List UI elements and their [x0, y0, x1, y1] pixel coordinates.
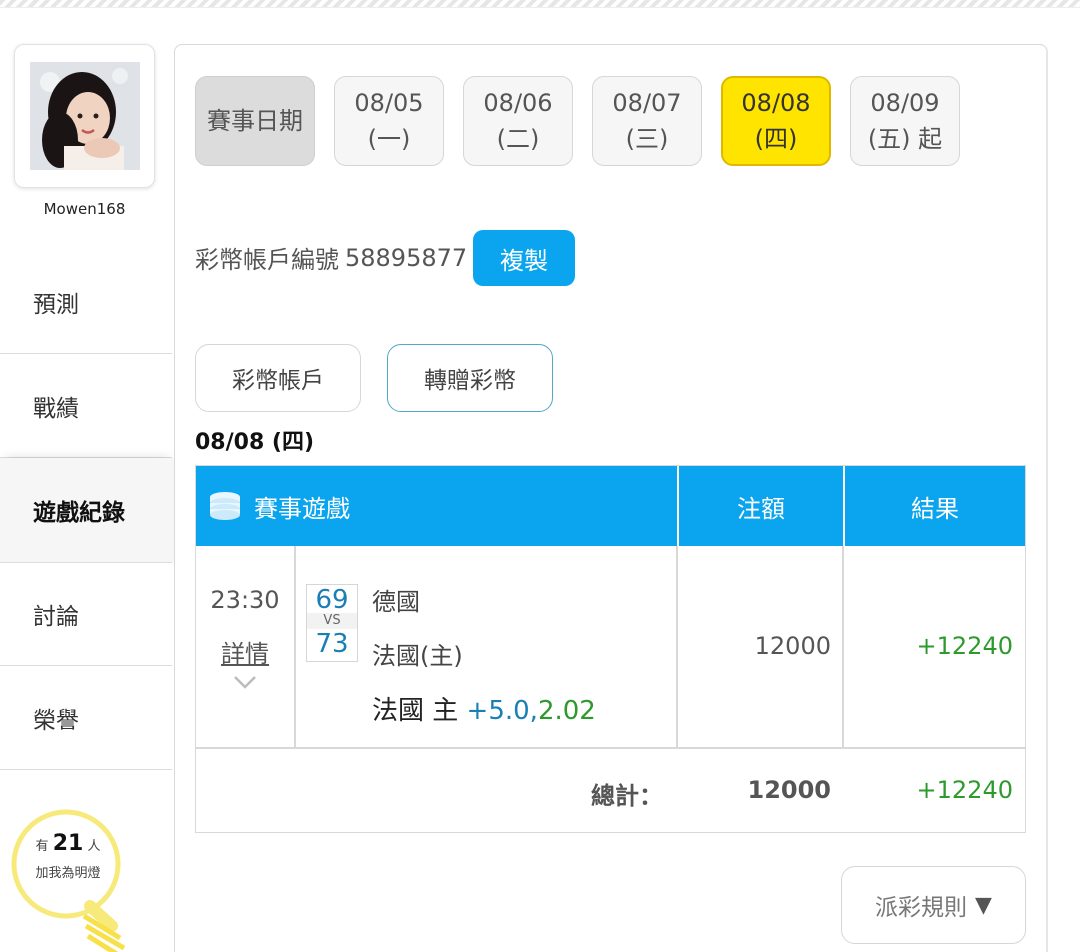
- table-header: 賽事遊戲 注額 結果: [196, 466, 1025, 546]
- copy-button[interactable]: 複製: [473, 230, 575, 286]
- date-chip-0808-selected[interactable]: 08/08 (四): [721, 76, 831, 166]
- score-away: 69: [315, 585, 349, 615]
- sidebar-item-game-history[interactable]: 遊戲紀錄: [0, 458, 175, 562]
- date-chip-date: 08/07: [612, 89, 682, 117]
- account-number: 58895877: [345, 243, 468, 272]
- header-game: 賽事遊戲: [196, 466, 677, 546]
- pick-odds: 2.02: [537, 696, 596, 726]
- header-result: 結果: [843, 466, 1025, 546]
- tab-label: 轉贈彩幣: [424, 368, 516, 394]
- column-divider: [294, 546, 296, 749]
- sidebar-item-predict[interactable]: 預測: [0, 250, 172, 354]
- sidebar-item-label: 榮譽: [33, 707, 79, 734]
- date-chip-0805[interactable]: 08/05 (一): [334, 76, 444, 166]
- avatar-photo: [29, 62, 140, 170]
- payout-rules-label: 派彩規則: [875, 895, 968, 921]
- bet-amount: 12000: [754, 632, 831, 660]
- total-amount: 12000: [747, 776, 832, 804]
- total-label: 總計：: [591, 782, 663, 810]
- score-home: 73: [315, 629, 349, 659]
- date-chip-0807[interactable]: 08/07 (三): [592, 76, 702, 166]
- date-filter-label-text: 賽事日期: [207, 107, 303, 135]
- light-badge-count: 21: [52, 831, 84, 856]
- game-record-table: 賽事遊戲 注額 結果 23:30 詳情 69 VS 73 德國 法國(主) 法國…: [195, 465, 1026, 833]
- day-heading: 08/08 (四): [195, 430, 315, 455]
- avatar[interactable]: [14, 44, 155, 188]
- sidebar-item-honor[interactable]: 榮譽: [0, 666, 172, 770]
- sidebar-item-label: 討論: [33, 604, 79, 630]
- date-chip-date: 08/06: [483, 89, 553, 117]
- username: Mowen168: [43, 200, 126, 218]
- date-chip-0809[interactable]: 08/09 (五) 起: [850, 76, 960, 166]
- pick-handicap: +5.0,: [466, 696, 538, 726]
- vs-label: VS: [307, 613, 357, 629]
- sidebar-item-record[interactable]: 戰績: [0, 354, 172, 458]
- date-filter-label: 賽事日期: [195, 76, 315, 166]
- date-chip-date: 08/09: [870, 89, 940, 117]
- copy-button-label: 複製: [500, 246, 548, 275]
- light-badge-suffix: 人: [87, 839, 101, 854]
- tab-transfer-coins[interactable]: 轉贈彩幣: [387, 344, 553, 412]
- header-amount-label: 注額: [737, 494, 785, 523]
- light-badge-caption: 加我為明燈: [35, 866, 101, 881]
- game-time: 23:30: [210, 586, 280, 614]
- date-chip-weekday: (四): [754, 125, 798, 153]
- date-chip-0806[interactable]: 08/06 (二): [463, 76, 573, 166]
- date-chip-weekday: (三): [625, 125, 669, 153]
- tab-label: 彩幣帳戶: [232, 368, 324, 394]
- payout-rules-button[interactable]: 派彩規則 ▼: [841, 866, 1026, 944]
- avatar-portrait-icon: [29, 62, 140, 170]
- details-link[interactable]: 詳情: [196, 634, 294, 669]
- date-chip-weekday: (二): [496, 125, 540, 153]
- header-game-label: 賽事遊戲: [254, 494, 350, 523]
- team-home: 法國(主): [372, 642, 463, 670]
- sidebar-item-label: 遊戲紀錄: [33, 500, 125, 526]
- light-badge-prefix: 有: [35, 839, 49, 854]
- total-result: +12240: [916, 776, 1013, 804]
- header-amount: 注額: [677, 466, 843, 546]
- light-badge-text: 有 21 人 加我為明燈: [18, 830, 118, 887]
- top-edge-divider: [0, 0, 1080, 8]
- date-chip-weekday: (五) 起: [867, 125, 943, 153]
- date-chip-date: 08/05: [354, 89, 424, 117]
- score-box: 69 VS 73: [306, 584, 358, 662]
- team-away: 德國: [372, 588, 420, 616]
- date-chip-weekday: (一): [367, 125, 411, 153]
- coins-icon: [210, 492, 240, 520]
- sidebar-item-discussion[interactable]: 討論: [0, 562, 172, 666]
- account-label: 彩幣帳戶編號: [195, 246, 339, 274]
- date-chip-date: 08/08: [741, 89, 811, 117]
- sidebar-item-label: 預測: [33, 291, 79, 318]
- account-number-line: 彩幣帳戶編號 58895877: [195, 240, 467, 275]
- header-result-label: 結果: [911, 494, 959, 523]
- bet-result: +12240: [916, 632, 1013, 660]
- pick-team: 法國 主: [372, 696, 459, 726]
- light-badge[interactable]: 有 21 人 加我為明燈: [8, 806, 128, 952]
- sidebar-item-label: 戰績: [33, 395, 79, 422]
- table-row: 23:30 詳情 69 VS 73 德國 法國(主) 法國 主 +5.0,2.0…: [196, 546, 1025, 749]
- chevron-down-icon[interactable]: [233, 674, 257, 690]
- triangle-down-icon: ▼: [975, 892, 992, 918]
- bet-pick: 法國 主 +5.0,2.02: [372, 690, 596, 727]
- tab-coin-account[interactable]: 彩幣帳戶: [195, 344, 361, 412]
